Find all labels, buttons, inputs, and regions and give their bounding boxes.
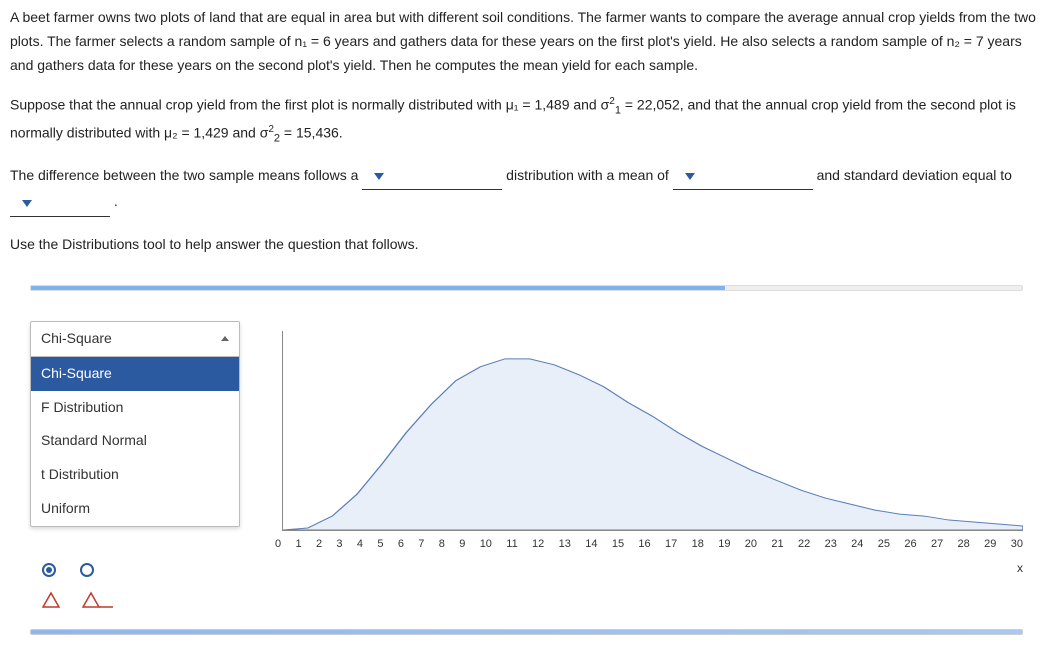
dist-option-chi-square[interactable]: Chi-Square [31,357,239,391]
tool-slider-top[interactable] [30,285,1023,291]
controls-column: Chi-Square Chi-Square F Distribution Sta… [30,321,240,609]
p1-text: A beet farmer owns two plots of land tha… [10,9,1036,73]
shape-icon-right-tail[interactable] [80,587,116,609]
chevron-down-icon [22,198,32,208]
chevron-up-icon [221,335,229,343]
dist-option-standard-normal[interactable]: Standard Normal [31,424,239,458]
problem-paragraph-1: A beet farmer owns two plots of land tha… [10,6,1043,77]
fill-in-line: The difference between the two sample me… [10,164,1043,218]
chevron-down-icon [374,171,384,181]
shape-icon-left-tail[interactable] [40,587,76,609]
dist-option-uniform[interactable]: Uniform [31,492,239,526]
instruction-text: Use the Distributions tool to help answe… [10,233,1043,257]
x-axis-label: x [280,554,1023,578]
distributions-tool: Chi-Square Chi-Square F Distribution Sta… [10,285,1043,655]
tool-slider-bottom[interactable] [30,629,1023,635]
distribution-select-trigger[interactable]: Chi-Square [31,322,239,357]
radio-option-1[interactable] [42,563,56,577]
distribution-select[interactable]: Chi-Square Chi-Square F Distribution Sta… [30,321,240,527]
chart-plot-area [282,331,1023,531]
distribution-options-list: Chi-Square F Distribution Standard Norma… [31,357,239,526]
radio-option-2[interactable] [80,563,94,577]
mean-value-dropdown[interactable] [673,164,813,191]
distribution-curve [283,331,1023,530]
p2a: Suppose that the annual crop yield from … [10,97,609,113]
instr: Use the Distributions tool to help answe… [10,236,419,252]
chevron-down-icon [685,171,695,181]
stddev-value-dropdown[interactable] [10,190,110,217]
fill-c: and standard deviation equal to [817,167,1012,183]
shape-icons-row [30,587,240,609]
radio-group [30,563,240,577]
selected-dist-label: Chi-Square [41,327,112,351]
fill-b: distribution with a mean of [506,167,673,183]
x-axis-ticks: 0 1 2 3 4 5 6 7 8 9 10 11 12 13 14 15 16… [275,531,1023,554]
distribution-type-dropdown[interactable] [362,164,502,191]
dist-option-t[interactable]: t Distribution [31,458,239,492]
chart-column: 0 1 2 3 4 5 6 7 8 9 10 11 12 13 14 15 16… [240,321,1023,578]
dist-option-f[interactable]: F Distribution [31,391,239,425]
period: . [114,193,118,209]
fill-a: The difference between the two sample me… [10,167,362,183]
problem-paragraph-2: Suppose that the annual crop yield from … [10,93,1043,147]
p2c: = 15,436. [280,124,343,140]
